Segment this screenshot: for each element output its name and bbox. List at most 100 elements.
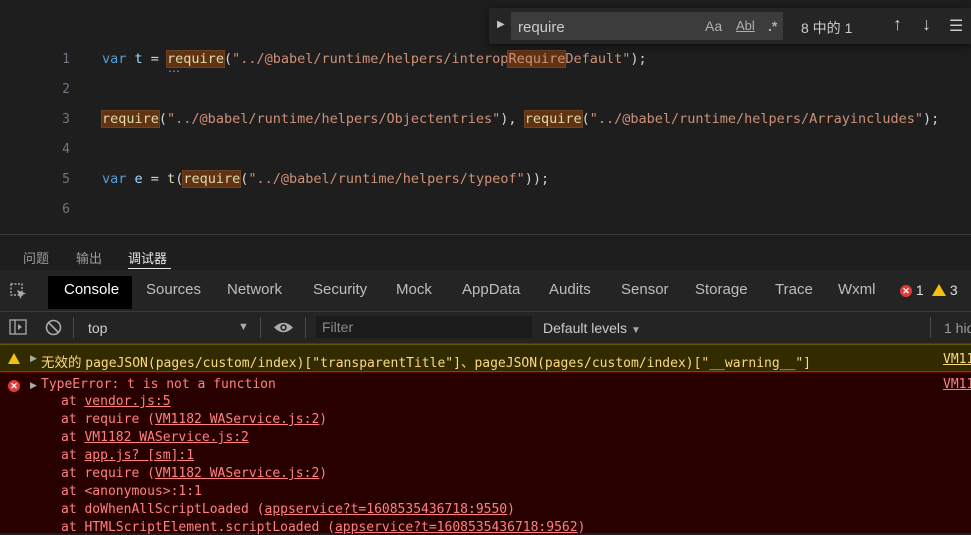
regex-icon[interactable]: .* xyxy=(768,18,777,34)
active-tab-indicator xyxy=(128,268,171,269)
tab-debugger[interactable]: 调试器 xyxy=(128,248,167,267)
stack-frame: at require (VM1182 WAService.js:2) xyxy=(61,412,327,427)
error-icon: ✕ xyxy=(900,285,912,297)
sidebar-toggle-icon[interactable] xyxy=(9,319,27,335)
find-input[interactable] xyxy=(516,16,700,38)
code-token: var xyxy=(102,51,127,67)
error-icon: ✕ xyxy=(8,377,20,395)
stack-frame-text: ) xyxy=(319,466,328,481)
stack-frame-link[interactable]: VM1182 WAService.js:2 xyxy=(84,430,248,445)
code-editor[interactable]: 1 var t = require("../@babel/runtime/help… xyxy=(0,0,971,234)
stack-frame-link[interactable]: VM1182 WAService.js:2 xyxy=(155,466,319,481)
console-error-message[interactable]: ✕ ▶ TypeError: t is not a function VM11 … xyxy=(0,372,971,535)
toolbar-divider xyxy=(305,317,306,338)
console-warning-message[interactable]: ▶ 无效的 pageJSON(pages/custom/index)["tran… xyxy=(0,344,971,372)
code-line[interactable]: 4 xyxy=(0,135,971,165)
stack-frame: at doWhenAllScriptLoaded (appservice?t=1… xyxy=(61,502,515,517)
tab-mock[interactable]: Mock xyxy=(396,281,432,298)
line-number: 6 xyxy=(62,202,70,217)
stack-frame-link[interactable]: app.js? [sm]:1 xyxy=(84,448,194,463)
find-in-selection-icon[interactable]: ☰ xyxy=(949,16,963,36)
code-line[interactable]: 5 var e = t(require("../@babel/runtime/he… xyxy=(0,165,971,195)
chevron-down-icon[interactable]: ▼ xyxy=(238,321,249,333)
error-source-link[interactable]: VM11 xyxy=(943,377,971,392)
code-token: )); xyxy=(524,171,550,187)
tab-storage[interactable]: Storage xyxy=(695,281,748,298)
code-line[interactable]: 6 xyxy=(0,195,971,225)
previous-match-icon[interactable]: ↑ xyxy=(893,14,902,35)
toggle-replace-icon[interactable]: ▶ xyxy=(497,19,505,30)
tab-sources[interactable]: Sources xyxy=(146,281,201,298)
code-line[interactable]: 2 xyxy=(0,75,971,105)
line-number: 3 xyxy=(62,112,70,127)
stack-frame-text: at require ( xyxy=(61,466,155,481)
tab-appdata[interactable]: AppData xyxy=(462,281,520,298)
toolbar-divider xyxy=(73,317,74,338)
next-match-icon[interactable]: ↓ xyxy=(922,14,931,35)
expand-arrow-icon[interactable]: ▶ xyxy=(30,380,37,391)
stack-frame: at VM1182 WAService.js:2 xyxy=(61,430,249,445)
toolbar-divider xyxy=(930,317,931,338)
expand-arrow-icon[interactable]: ▶ xyxy=(30,353,37,364)
code-text: var t = require("../@babel/runtime/helpe… xyxy=(102,50,647,68)
stack-frame-text: at require ( xyxy=(61,412,155,427)
search-match-highlight: Require xyxy=(507,50,567,68)
code-token: e xyxy=(126,171,151,187)
stack-frame-link[interactable]: vendor.js:5 xyxy=(84,394,170,409)
code-token: ( xyxy=(158,111,168,127)
find-widget: ▶ Aa Abl .* 8 中的 1 ↑ ↓ ☰ xyxy=(489,8,971,44)
stack-frame: at app.js? [sm]:1 xyxy=(61,448,194,463)
tab-network[interactable]: Network xyxy=(227,281,282,298)
eye-icon[interactable] xyxy=(273,321,294,334)
code-line[interactable]: 3 require ("../@babel/runtime/helpers/Obje… xyxy=(0,105,971,135)
tab-sensor[interactable]: Sensor xyxy=(621,281,669,298)
stack-frame-text: at <anonymous>:1:1 xyxy=(61,484,202,499)
code-token: t xyxy=(126,51,151,67)
warning-code: pageJSON(pages/custom/index)["__warning_… xyxy=(474,356,811,371)
search-match-highlight: require xyxy=(523,110,583,128)
stack-frame-text: ) xyxy=(319,412,328,427)
tab-trace[interactable]: Trace xyxy=(775,281,813,298)
stack-frame-link[interactable]: appservice?t=1608535436718:9550 xyxy=(265,502,508,517)
warning-source-link[interactable]: VM11 xyxy=(943,352,971,367)
stack-frame-text: ) xyxy=(507,502,515,517)
match-case-icon[interactable]: Aa xyxy=(705,18,722,34)
error-count-badge[interactable]: ✕ 1 xyxy=(900,282,924,298)
context-selector[interactable]: top xyxy=(88,320,107,336)
code-token: = xyxy=(150,171,168,187)
code-token: ); xyxy=(922,111,940,127)
warning-count-badge[interactable]: 3 xyxy=(932,282,958,298)
whole-word-icon[interactable]: Abl xyxy=(736,18,755,33)
code-text: require ("../@babel/runtime/helpers/Objec… xyxy=(101,110,940,128)
stack-frame-text: at xyxy=(61,394,85,409)
filter-input[interactable] xyxy=(316,316,532,338)
code-line[interactable]: 1 var t = require("../@babel/runtime/help… xyxy=(0,45,971,75)
code-token: Default" xyxy=(565,51,631,67)
stack-frame-link[interactable]: VM1182 WAService.js:2 xyxy=(155,412,319,427)
error-title: TypeError: t is not a function xyxy=(41,377,276,392)
warning-count: 3 xyxy=(949,282,958,298)
stack-frame-text: at xyxy=(61,448,85,463)
search-match-highlight: require xyxy=(182,170,242,188)
tab-problems[interactable]: 问题 xyxy=(23,248,49,267)
line-number: 2 xyxy=(62,82,70,97)
warning-code: pageJSON(pages/custom/index)["transparen… xyxy=(85,356,461,371)
hint-ellipsis: ⋯ xyxy=(168,64,181,78)
code-text: var e = t(require("../@babel/runtime/hel… xyxy=(102,170,550,188)
code-token: "../@babel/runtime/helpers/typeof" xyxy=(248,171,525,187)
log-levels-dropdown[interactable]: Default levels ▼ xyxy=(543,320,641,336)
stack-frame-text: at doWhenAllScriptLoaded ( xyxy=(61,502,265,517)
match-count: 8 中的 1 xyxy=(801,20,853,36)
code-token: ); xyxy=(630,51,647,67)
code-token: "../@babel/runtime/helpers/Objectentries… xyxy=(167,111,501,127)
clear-console-icon[interactable] xyxy=(45,319,62,336)
tab-wxml[interactable]: Wxml xyxy=(838,281,876,298)
tab-audits[interactable]: Audits xyxy=(549,281,591,298)
line-number: 5 xyxy=(62,172,70,187)
inspect-element-icon[interactable] xyxy=(10,283,27,300)
tab-console[interactable]: Console xyxy=(64,281,119,298)
tab-output[interactable]: 输出 xyxy=(76,248,102,267)
warning-icon xyxy=(932,284,946,296)
code-token: = xyxy=(150,51,168,67)
tab-security[interactable]: Security xyxy=(313,281,367,298)
